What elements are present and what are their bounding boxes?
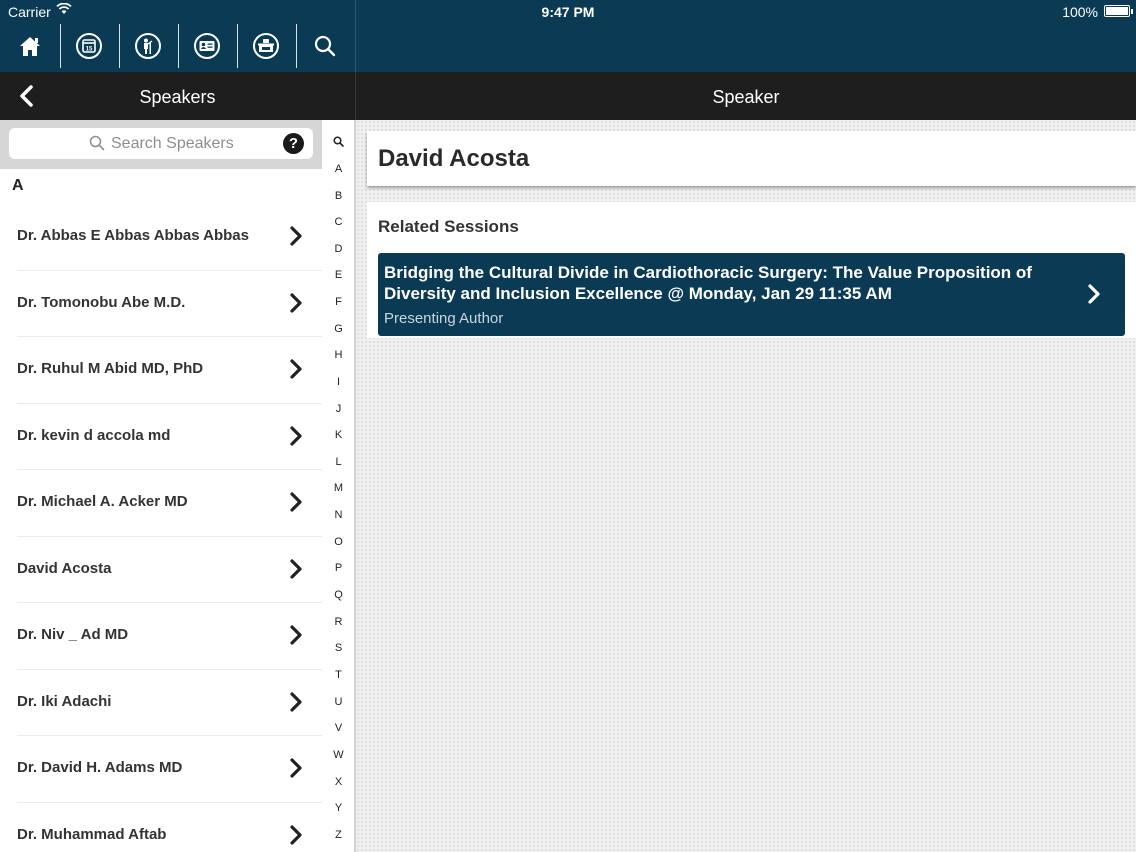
speaker-name: Dr. Iki Adachi xyxy=(17,692,112,710)
list-item[interactable]: Dr. Michael A. Acker MD xyxy=(0,470,322,537)
index-letter[interactable]: W xyxy=(322,749,355,761)
speaker-detail: David Acosta Related Sessions Bridging t… xyxy=(356,120,1136,852)
presenter-icon xyxy=(135,33,161,59)
speaker-name-card: David Acosta xyxy=(367,131,1136,186)
search-field[interactable]: ? xyxy=(9,128,313,159)
index-letter[interactable]: Z xyxy=(322,829,355,841)
index-letter[interactable]: Q xyxy=(322,589,355,601)
speaker-title: Speaker xyxy=(712,87,780,107)
index-letter[interactable]: S xyxy=(322,642,355,654)
related-sessions: Related Sessions Bridging the Cultural D… xyxy=(367,202,1136,338)
index-letter[interactable]: U xyxy=(322,696,355,708)
calendar-icon: 15 xyxy=(76,33,102,59)
attendees-button[interactable] xyxy=(178,24,236,68)
chevron-right-icon xyxy=(290,226,302,246)
speaker-name: Dr. Ruhul M Abid MD, PhD xyxy=(17,360,204,377)
index-letter[interactable]: I xyxy=(322,376,355,388)
list-item[interactable]: David Acosta xyxy=(0,537,322,603)
list-item[interactable]: Dr. Iki Adachi xyxy=(0,670,322,736)
speaker-name: Dr. Michael A. Acker MD xyxy=(17,493,188,510)
chevron-right-icon xyxy=(290,824,302,845)
battery-icon xyxy=(1104,5,1133,17)
chevron-right-icon xyxy=(1088,284,1100,304)
list-item[interactable]: Dr. Ruhul M Abid MD, PhD xyxy=(0,337,322,404)
chevron-right-icon xyxy=(290,625,302,645)
speaker-nav-bar: Speaker xyxy=(356,72,1136,120)
section-header: A xyxy=(0,169,322,204)
speaker-name: Dr. kevin d accola md xyxy=(17,426,171,444)
index-letter[interactable]: T xyxy=(322,669,355,681)
chevron-right-icon xyxy=(290,492,302,512)
chevron-right-icon xyxy=(290,691,302,712)
list-item[interactable]: Dr. Niv _ Ad MD xyxy=(0,603,322,670)
index-letter[interactable]: N xyxy=(322,509,355,521)
alphabet-index[interactable]: A B C D E F G H I J K L M N O P Q R S T … xyxy=(322,120,355,852)
speakers-button[interactable] xyxy=(119,24,177,68)
index-letter[interactable]: O xyxy=(322,536,355,548)
session-title: Bridging the Cultural Divide in Cardioth… xyxy=(384,263,1032,303)
pane-divider xyxy=(355,0,356,72)
search-input[interactable] xyxy=(111,133,271,154)
speakers-title: Speakers xyxy=(139,87,216,107)
list-item[interactable]: Dr. kevin d accola md xyxy=(0,404,322,470)
index-letter[interactable]: H xyxy=(322,349,355,361)
exhibitor-booth-icon xyxy=(253,33,279,59)
index-letter[interactable]: Y xyxy=(322,802,355,814)
session-role: Presenting Author xyxy=(384,310,504,327)
toolbar: 15 xyxy=(0,22,355,70)
search-icon xyxy=(314,35,336,57)
search-magnifier-icon xyxy=(89,135,105,151)
index-letter[interactable]: C xyxy=(322,216,355,228)
list-item[interactable]: Dr. Abbas E Abbas Abbas Abbas xyxy=(0,204,322,271)
index-letter[interactable]: R xyxy=(322,616,355,628)
speaker-name: Dr. Niv _ Ad MD xyxy=(17,626,129,643)
clock: 9:47 PM xyxy=(541,4,595,20)
index-letter[interactable]: P xyxy=(322,562,355,574)
status-bar: Carrier 9:47 PM 100% xyxy=(0,0,1136,22)
home-button[interactable] xyxy=(1,24,59,68)
chevron-right-icon xyxy=(290,758,302,778)
home-icon xyxy=(20,37,40,56)
index-letter[interactable]: A xyxy=(322,163,355,175)
search-button[interactable] xyxy=(296,24,354,68)
schedule-button[interactable]: 15 xyxy=(60,24,118,68)
index-letter[interactable]: E xyxy=(322,269,355,281)
search-bar: ? xyxy=(0,120,322,169)
list-item[interactable]: Dr. Muhammad Aftab xyxy=(0,803,322,852)
chevron-right-icon xyxy=(290,558,302,579)
speaker-name: Dr. David H. Adams MD xyxy=(17,759,183,776)
battery-percent: 100% xyxy=(1062,4,1098,20)
speaker-detail-name: David Acosta xyxy=(378,145,530,172)
section-letter: A xyxy=(12,177,24,194)
speaker-name: Dr. Abbas E Abbas Abbas Abbas xyxy=(17,227,249,244)
index-letter[interactable]: L xyxy=(322,456,355,468)
help-icon[interactable]: ? xyxy=(283,133,304,154)
chevron-right-icon xyxy=(290,425,302,446)
speaker-list: Dr. Abbas E Abbas Abbas Abbas Dr. Tomono… xyxy=(0,204,322,852)
related-sessions-header: Related Sessions xyxy=(378,217,519,236)
speakers-nav-bar: Speakers xyxy=(0,72,355,120)
speaker-name: David Acosta xyxy=(17,559,112,577)
chevron-right-icon xyxy=(290,292,302,313)
index-search-icon[interactable] xyxy=(333,136,344,147)
session-item[interactable]: Bridging the Cultural Divide in Cardioth… xyxy=(378,253,1125,336)
index-letter[interactable]: J xyxy=(322,403,355,415)
speaker-name: Dr. Muhammad Aftab xyxy=(17,825,167,843)
index-letter[interactable]: X xyxy=(322,776,355,788)
index-letter[interactable]: K xyxy=(322,429,355,441)
index-letter[interactable]: D xyxy=(322,243,355,255)
index-letter[interactable]: G xyxy=(322,323,355,335)
chevron-right-icon xyxy=(290,359,302,379)
list-item[interactable]: Dr. David H. Adams MD xyxy=(0,736,322,803)
index-letter[interactable]: F xyxy=(322,296,355,308)
exhibitors-button[interactable] xyxy=(237,24,295,68)
attendee-card-icon xyxy=(194,33,220,59)
index-letter[interactable]: B xyxy=(322,190,355,202)
index-letter[interactable]: M xyxy=(322,482,355,494)
speaker-name: Dr. Tomonobu Abe M.D. xyxy=(17,293,186,311)
svg-text:15: 15 xyxy=(86,47,93,53)
index-letter[interactable]: V xyxy=(322,722,355,734)
list-item[interactable]: Dr. Tomonobu Abe M.D. xyxy=(0,271,322,337)
